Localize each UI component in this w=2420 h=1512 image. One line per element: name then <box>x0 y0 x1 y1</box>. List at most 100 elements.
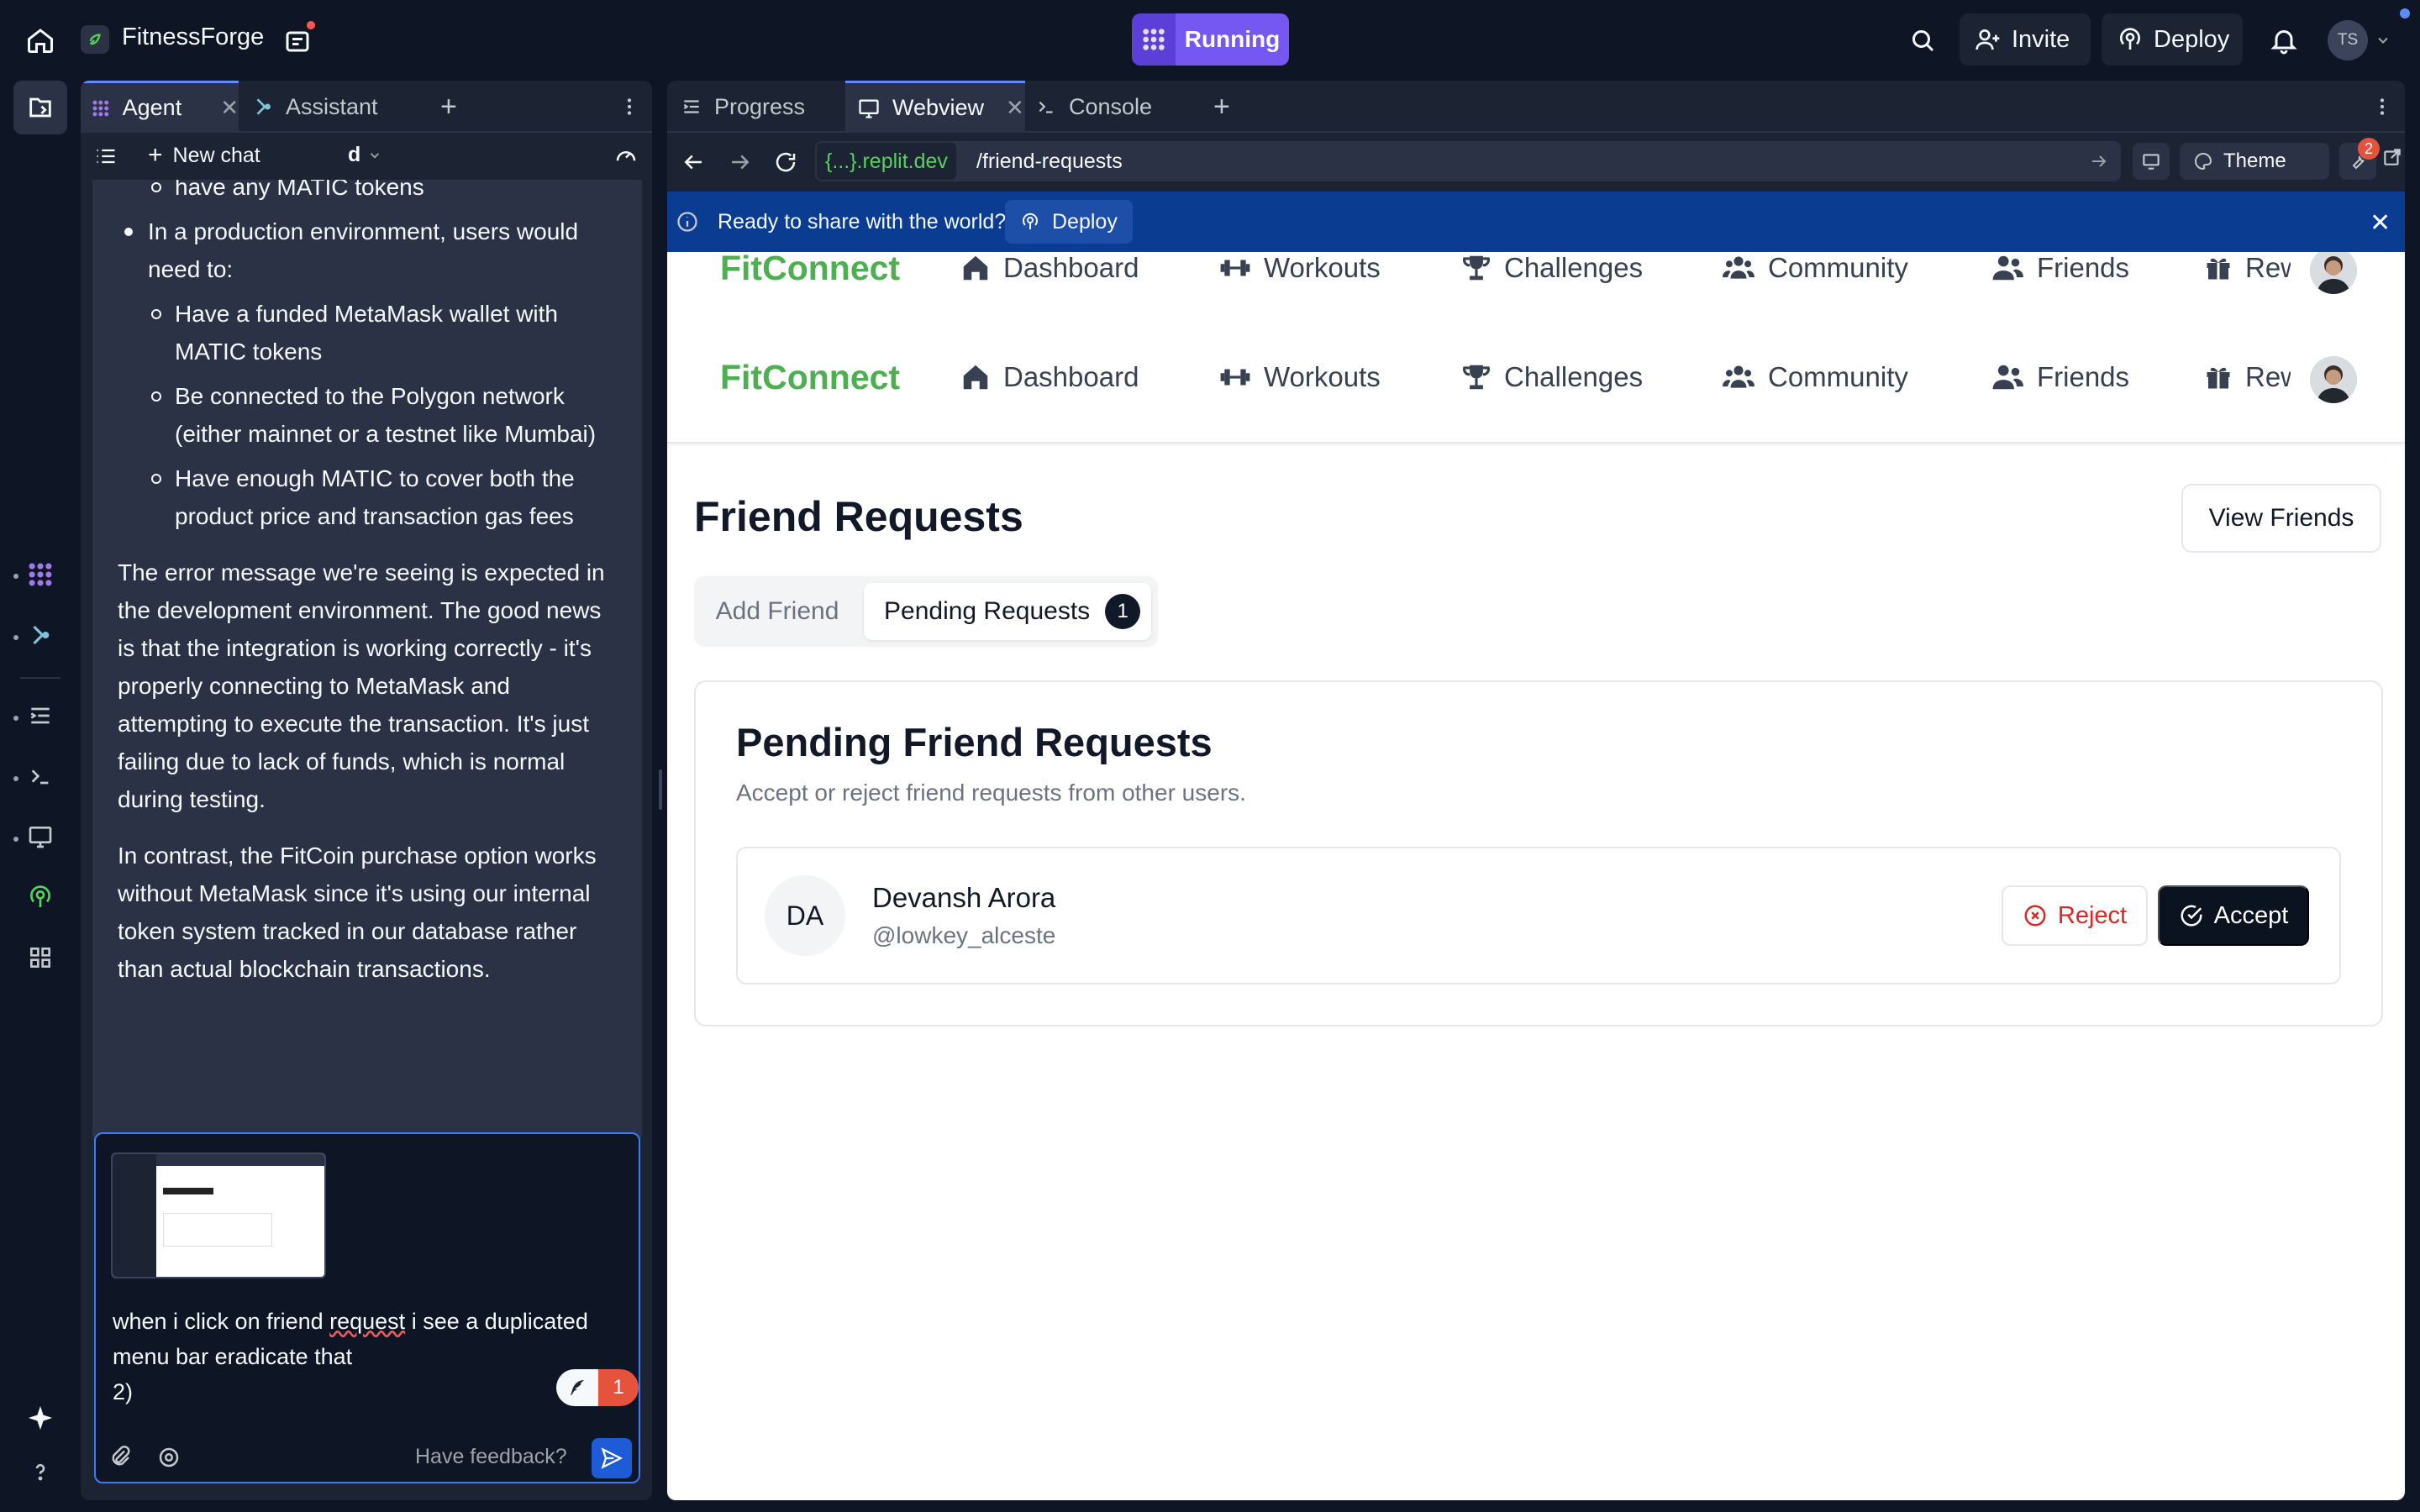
back-arrow-icon[interactable] <box>681 150 706 179</box>
url-host[interactable]: {...}.replit.dev <box>817 143 956 180</box>
close-icon[interactable]: ✕ <box>2370 208 2391 238</box>
nav-workouts[interactable]: Workouts <box>1218 361 1381 393</box>
new-tab-button[interactable]: + <box>1213 81 1230 133</box>
right-pane: Progress Webview ✕ Console + {...}.repli… <box>667 81 2405 1500</box>
tab-assistant[interactable]: Assistant <box>252 81 420 133</box>
app-logo[interactable]: FitConnect <box>720 358 900 397</box>
send-button[interactable] <box>592 1438 632 1478</box>
nav-rewards[interactable]: Rewards <box>2203 361 2291 393</box>
tab-webview[interactable]: Webview ✕ <box>845 81 1025 133</box>
nav-community[interactable]: Community <box>1721 252 1908 284</box>
url-field[interactable]: {...}.replit.dev /friend-requests <box>815 141 2121 181</box>
invite-button[interactable]: Invite <box>1960 13 2091 66</box>
user-avatar[interactable] <box>2310 252 2357 294</box>
view-friends-button[interactable]: View Friends <box>2181 484 2381 553</box>
tab-agent[interactable]: Agent ✕ <box>81 81 239 133</box>
nav-friends[interactable]: Friends <box>1990 361 2129 393</box>
url-path[interactable]: /friend-requests <box>976 141 1123 181</box>
tab-pending-requests[interactable]: Pending Requests 1 <box>864 583 1151 640</box>
more-vertical-icon[interactable] <box>618 81 640 133</box>
message-paragraph: The error message we're seeing is expect… <box>118 559 605 812</box>
home-icon <box>963 365 988 390</box>
user-avatar[interactable]: TS <box>2328 20 2368 60</box>
list-item: Have enough MATIC to cover both the prod… <box>118 459 622 535</box>
theme-button[interactable]: Theme <box>2180 143 2329 180</box>
grammar-badge[interactable]: 1 <box>556 1369 639 1406</box>
banner-deploy-button[interactable]: Deploy <box>1005 200 1133 244</box>
nav-friends[interactable]: Friends <box>1990 252 2129 284</box>
nav-dashboard[interactable]: Dashboard <box>960 252 1139 284</box>
history-list-icon[interactable] <box>94 144 118 172</box>
accept-button[interactable]: Accept <box>2158 885 2309 946</box>
devtools-badge: 2 <box>2358 138 2380 160</box>
deploy-button[interactable]: Deploy <box>2102 13 2243 66</box>
webview-frame: FitConnect Dashboard Workouts Challenges <box>667 252 2405 1500</box>
tab-webview-label: Webview <box>892 95 985 120</box>
attached-screenshot-thumbnail[interactable] <box>111 1152 326 1278</box>
feedback-link[interactable]: Have feedback? <box>415 1445 567 1469</box>
all-tools-icon[interactable] <box>13 931 67 984</box>
nav-rewards-label: Rewards <box>2245 252 2291 283</box>
reject-button[interactable]: Reject <box>2002 885 2148 946</box>
more-vertical-icon[interactable] <box>2371 81 2393 133</box>
progress-icon[interactable] <box>13 689 67 743</box>
nav-dashboard[interactable]: Dashboard <box>960 361 1139 393</box>
sparkle-icon[interactable] <box>13 1391 67 1445</box>
refresh-icon[interactable] <box>773 150 798 179</box>
nav-workouts[interactable]: Workouts <box>1218 252 1381 284</box>
agent-icon[interactable] <box>13 548 67 601</box>
paperclip-icon[interactable] <box>108 1445 133 1474</box>
device-icon[interactable] <box>2133 143 2170 180</box>
app-logo[interactable]: FitConnect <box>720 252 900 288</box>
tab-console[interactable]: Console <box>1035 81 1186 133</box>
nav-challenges[interactable]: Challenges <box>1460 361 1643 393</box>
nav-friends-label: Friends <box>2037 361 2130 392</box>
webview-icon[interactable] <box>13 810 67 864</box>
chat-input[interactable]: when i click on friend request i see a d… <box>94 1132 640 1483</box>
reject-label: Reject <box>2057 901 2128 929</box>
chevron-down-icon[interactable] <box>2375 32 2391 53</box>
bell-icon[interactable] <box>2269 25 2299 55</box>
files-icon[interactable] <box>13 81 67 134</box>
nav-community[interactable]: Community <box>1721 361 1908 393</box>
console-icon <box>1039 101 1053 113</box>
deployments-icon[interactable] <box>13 870 67 924</box>
model-label: d <box>348 143 361 166</box>
list-item: Be connected to the Polygon network (eit… <box>118 377 622 453</box>
app-navbar-duplicate: FitConnect Dashboard Workouts Challenges <box>667 252 2405 323</box>
user-avatar[interactable] <box>2310 356 2357 403</box>
close-icon[interactable]: ✕ <box>220 95 239 121</box>
project-name[interactable]: FitnessForge <box>122 24 264 51</box>
search-icon[interactable] <box>1907 25 1938 55</box>
pane-resize-handle[interactable] <box>659 769 662 810</box>
nav-challenges[interactable]: Challenges <box>1460 252 1643 284</box>
external-link-icon[interactable] <box>2381 146 2403 172</box>
project-logo-icon[interactable] <box>81 25 109 54</box>
agent-logo-icon[interactable] <box>1132 13 1176 66</box>
requester-avatar: DA <box>765 875 845 956</box>
add-user-icon <box>1975 29 2000 50</box>
pending-count-badge: 1 <box>1105 594 1141 629</box>
model-selector[interactable]: d <box>348 143 382 167</box>
chat-messages[interactable]: have any MATIC tokens In a production en… <box>92 180 642 1146</box>
console-icon[interactable] <box>13 749 67 803</box>
run-button[interactable]: Running <box>1176 13 1289 66</box>
home-icon[interactable] <box>25 25 55 55</box>
close-icon[interactable]: ✕ <box>1006 95 1024 121</box>
list-item: In a production environment, users would… <box>118 213 622 288</box>
tab-add-friend[interactable]: Add Friend <box>694 576 860 647</box>
new-tab-button[interactable]: + <box>440 81 457 133</box>
tab-progress[interactable]: Progress <box>677 81 837 133</box>
deploy-label: Deploy <box>2154 25 2230 53</box>
input-text-part: when i click on friend <box>113 1309 330 1334</box>
settings-icon[interactable] <box>156 1445 182 1474</box>
new-chat-button[interactable]: + New chat <box>148 141 260 170</box>
speedometer-icon[interactable] <box>613 143 639 172</box>
forward-arrow-icon[interactable] <box>728 150 753 179</box>
notification-dot <box>304 18 318 32</box>
help-icon[interactable] <box>13 1445 67 1499</box>
plus-icon: + <box>148 141 163 169</box>
go-arrow-icon[interactable] <box>2089 151 2109 176</box>
assistant-icon[interactable] <box>13 608 67 662</box>
nav-rewards[interactable]: Rewards <box>2203 252 2291 284</box>
